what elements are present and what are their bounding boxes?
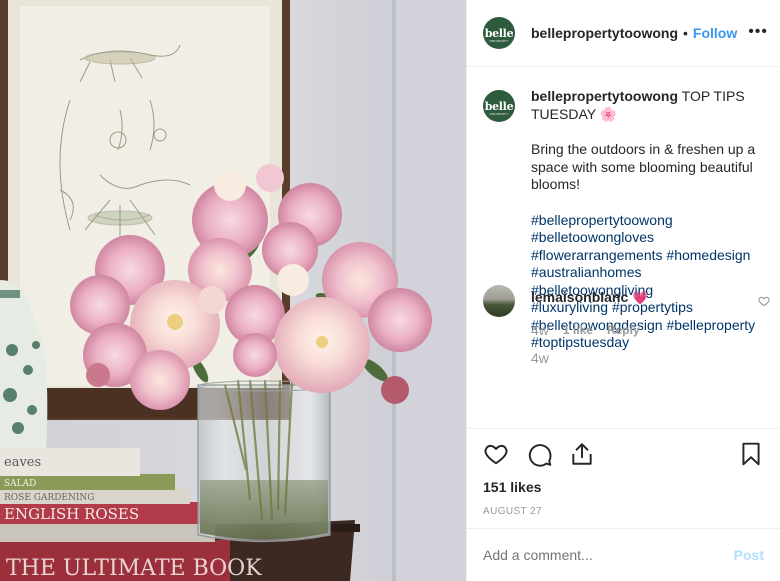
post-actions: 151 likes AUGUST 27 xyxy=(467,428,780,528)
avatar-logo-subtext: PROPERTY xyxy=(489,112,509,116)
comment-input[interactable] xyxy=(483,547,734,563)
comment-username[interactable]: lemaisonblanc xyxy=(531,289,628,305)
post-caption: belle PROPERTY bellepropertytoowong TOP … xyxy=(483,88,770,366)
avatar-logo-text: belle xyxy=(484,26,514,40)
comment-like-heart-icon[interactable] xyxy=(758,295,770,307)
likes-count[interactable]: 151 likes xyxy=(483,479,541,495)
separator-dot: • xyxy=(683,25,688,41)
avatar-logo-text: belle xyxy=(484,99,514,113)
svg-text:ROSE GARDENING: ROSE GARDENING xyxy=(4,493,95,503)
comment-bubble-icon[interactable] xyxy=(527,441,553,467)
svg-text:THE ULTIMATE BOOK: THE ULTIMATE BOOK xyxy=(6,556,262,581)
reply-button[interactable]: Reply xyxy=(607,323,640,337)
caption-avatar[interactable]: belle PROPERTY xyxy=(483,90,515,122)
avatar-logo-subtext: PROPERTY xyxy=(489,39,509,43)
hashtag-link[interactable]: #bellepropertytoowong xyxy=(531,212,673,228)
hashtag-link[interactable]: #belletoowongloves xyxy=(531,229,654,245)
caption-body: Bring the outdoors in & freshen up a spa… xyxy=(531,141,756,192)
caption-username[interactable]: bellepropertytoowong xyxy=(531,88,678,104)
post-comment-button[interactable]: Post xyxy=(734,547,764,563)
svg-text:eaves: eaves xyxy=(4,455,41,470)
caption-timestamp[interactable]: 4w xyxy=(531,350,549,366)
peony-vase-image: THE ULTIMATE BOOK ENGLISH ROSES ROSE GAR… xyxy=(0,0,466,581)
follow-button[interactable]: Follow xyxy=(693,25,737,41)
bookmark-save-icon[interactable] xyxy=(738,441,764,467)
post-photo: THE ULTIMATE BOOK ENGLISH ROSES ROSE GAR… xyxy=(0,0,466,581)
post-date: AUGUST 27 xyxy=(483,506,542,517)
caption-text: bellepropertytoowong TOP TIPS TUESDAY 🌸 … xyxy=(531,88,763,352)
instagram-post-view: THE ULTIMATE BOOK ENGLISH ROSES ROSE GAR… xyxy=(0,0,780,581)
header-username[interactable]: bellepropertytoowong xyxy=(531,25,678,41)
post-header: belle PROPERTY bellepropertytoowong • Fo… xyxy=(467,0,780,67)
svg-text:SALAD: SALAD xyxy=(4,479,36,489)
comment-likes[interactable]: 1 like xyxy=(563,323,593,337)
svg-text:ENGLISH ROSES: ENGLISH ROSES xyxy=(4,505,139,523)
pink-heart-emoji: 💗 xyxy=(632,290,649,305)
hashtag-link[interactable]: #flowerarrangements xyxy=(531,247,663,263)
hashtag-link[interactable]: #homedesign xyxy=(666,247,750,263)
post-side-panel: belle PROPERTY bellepropertytoowong • Fo… xyxy=(466,0,780,581)
more-options-icon[interactable]: ••• xyxy=(748,24,768,40)
like-heart-icon[interactable] xyxy=(483,441,509,467)
comment-timestamp: 4w xyxy=(531,322,549,338)
cherry-blossom-emoji: 🌸 xyxy=(599,105,618,122)
profile-avatar[interactable]: belle PROPERTY xyxy=(483,17,515,49)
hashtag-link[interactable]: #australianhomes xyxy=(531,264,642,280)
add-comment-bar: Post xyxy=(467,528,780,581)
share-upload-icon[interactable] xyxy=(569,441,595,467)
hashtag-link[interactable]: #belleproperty xyxy=(666,317,755,333)
comment-meta: 4w 1 like Reply xyxy=(531,322,640,338)
commenter-avatar[interactable] xyxy=(483,285,515,317)
